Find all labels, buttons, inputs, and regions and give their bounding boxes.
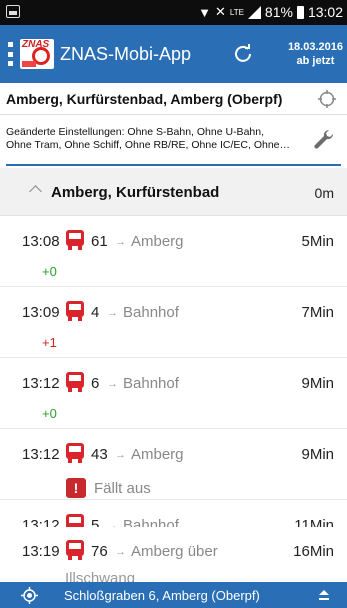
current-address: Schloßgraben 6, Amberg (Oberpf) bbox=[64, 588, 260, 603]
departure-row[interactable]: 13:12 43 → Amberg 9Min ! Fällt aus bbox=[0, 430, 347, 500]
app-bar: ZNAS ZNAS-Mobi-App 18.03.2016 ab jetzt bbox=[0, 25, 347, 83]
destination-continued: Illschwang bbox=[65, 570, 136, 582]
bus-icon bbox=[66, 230, 84, 250]
bus-icon bbox=[66, 301, 84, 321]
settings-line-2: Ohne Tram, Ohne Schiff, Ohne RB/RE, Ohne… bbox=[6, 139, 291, 151]
my-location-icon[interactable] bbox=[21, 587, 38, 604]
settings-summary[interactable]: Geänderte Einstellungen: Ohne S-Bahn, Oh… bbox=[0, 116, 347, 164]
bus-icon bbox=[66, 540, 84, 560]
stop-name: Amberg, Kurfürstenbad bbox=[51, 184, 220, 201]
departure-row[interactable]: 13:08 61 → Amberg 5Min +0 bbox=[0, 217, 347, 287]
departure-row[interactable]: 13:09 4 → Bahnhof 7Min +1 bbox=[0, 288, 347, 358]
destination: Amberg bbox=[131, 446, 184, 463]
target-icon[interactable] bbox=[318, 90, 336, 108]
departure-time: 13:19 bbox=[22, 543, 60, 560]
bus-icon bbox=[66, 372, 84, 392]
destination: Amberg bbox=[131, 233, 184, 250]
network-type: LTE bbox=[229, 7, 244, 17]
departure-row[interactable]: 13:12 6 → Bahnhof 9Min +0 bbox=[0, 359, 347, 429]
delay: +0 bbox=[42, 406, 57, 421]
settings-text: Geänderte Einstellungen: Ohne S-Bahn, Oh… bbox=[6, 126, 296, 152]
clock: 13:02 bbox=[307, 4, 343, 20]
minutes-until: 9Min bbox=[301, 375, 334, 392]
departure-row-content: 13:19 76 → Amberg über Illschwang 16Min bbox=[0, 527, 347, 582]
line-number: 76 bbox=[91, 543, 108, 560]
date-label: 18.03.2016 bbox=[287, 41, 343, 53]
minutes-until: 9Min bbox=[301, 446, 334, 463]
arrow-icon: → bbox=[115, 236, 126, 248]
battery-percent: 81% bbox=[264, 4, 293, 20]
date-time-selector[interactable]: 18.03.2016 ab jetzt bbox=[288, 40, 343, 68]
station-name: Amberg, Kurfürstenbad, Amberg (Oberpf) bbox=[6, 91, 283, 107]
line-number: 61 bbox=[91, 233, 108, 250]
destination: Amberg über bbox=[131, 543, 218, 560]
cancellation-notice: Fällt aus bbox=[94, 480, 151, 497]
arrow-icon: → bbox=[107, 378, 118, 390]
line-number: 6 bbox=[91, 375, 100, 392]
bus-icon bbox=[66, 443, 84, 463]
stop-distance: 0m bbox=[314, 185, 334, 201]
location-icon: ▼ bbox=[198, 4, 211, 20]
battery-icon bbox=[296, 5, 304, 19]
minutes-until: 5Min bbox=[301, 233, 334, 250]
delay: +0 bbox=[42, 264, 57, 279]
destination: Bahnhof bbox=[123, 304, 179, 321]
refresh-icon[interactable] bbox=[233, 43, 253, 63]
departure-time: 13:12 bbox=[22, 446, 60, 463]
mute-icon: ✕ bbox=[214, 4, 226, 19]
minutes-until: 7Min bbox=[301, 304, 334, 321]
expand-up-icon[interactable] bbox=[317, 588, 331, 602]
minutes-until: 16Min bbox=[293, 543, 334, 560]
destination: Bahnhof bbox=[123, 375, 179, 392]
time-mode-label: ab jetzt bbox=[296, 55, 335, 67]
arrow-icon: → bbox=[115, 449, 126, 461]
departure-time: 13:09 bbox=[22, 304, 60, 321]
delay: +1 bbox=[42, 335, 57, 350]
line-number: 4 bbox=[91, 304, 100, 321]
warning-icon: ! bbox=[66, 478, 86, 498]
divider bbox=[6, 164, 341, 166]
app-title: ZNAS-Mobi-App bbox=[60, 44, 192, 64]
notification-icon bbox=[6, 5, 20, 18]
stop-header[interactable]: Amberg, Kurfürstenbad 0m bbox=[0, 168, 347, 216]
bottom-bar[interactable]: Schloßgraben 6, Amberg (Oberpf) bbox=[0, 582, 347, 608]
menu-icon[interactable] bbox=[8, 42, 13, 66]
settings-line-1: Geänderte Einstellungen: Ohne S-Bahn, Oh… bbox=[6, 126, 264, 138]
signal-icon bbox=[247, 5, 261, 19]
line-number: 43 bbox=[91, 446, 108, 463]
departure-time: 13:12 bbox=[22, 375, 60, 392]
status-bar: ▼ ✕ LTE 81% 13:02 bbox=[0, 0, 347, 25]
station-field[interactable]: Amberg, Kurfürstenbad, Amberg (Oberpf) bbox=[0, 83, 347, 115]
app-logo: ZNAS bbox=[20, 39, 54, 69]
chevron-up-icon bbox=[29, 185, 42, 198]
arrow-icon: → bbox=[107, 307, 118, 319]
departure-time: 13:08 bbox=[22, 233, 60, 250]
departure-row-last[interactable]: 13:19 76 → Amberg über Illschwang 16Min bbox=[0, 527, 347, 582]
wrench-icon[interactable] bbox=[313, 128, 335, 150]
arrow-icon: → bbox=[115, 546, 126, 558]
status-bar-right: ▼ ✕ LTE 81% 13:02 bbox=[198, 4, 343, 20]
